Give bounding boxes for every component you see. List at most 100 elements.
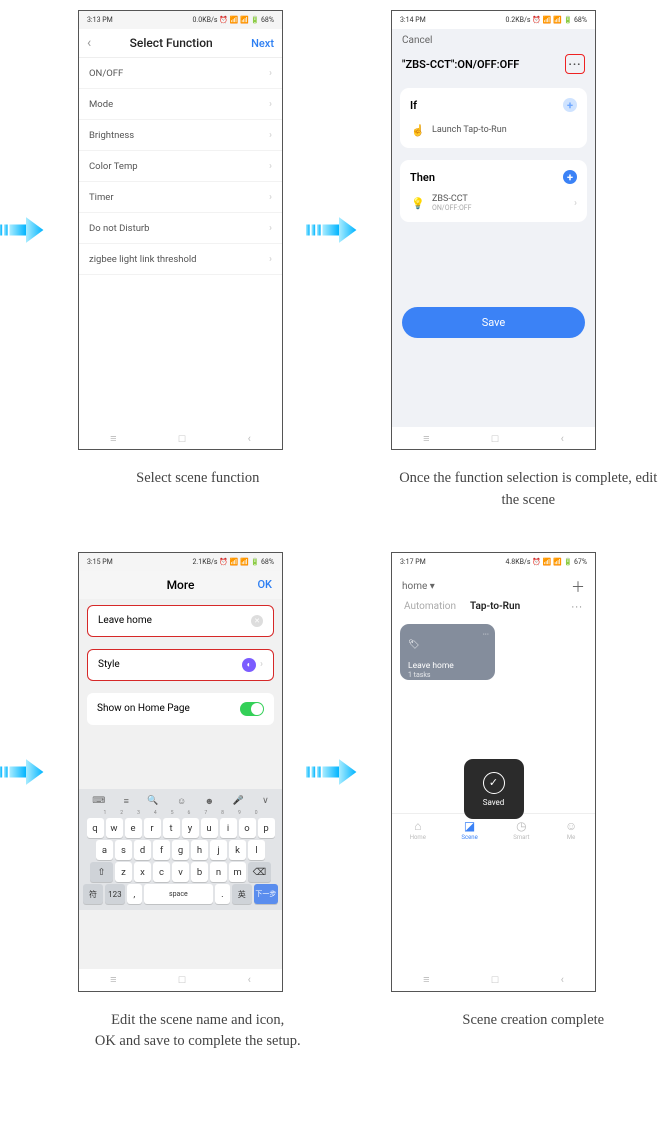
enter-key[interactable]: 下一步: [254, 884, 278, 904]
key[interactable]: r: [144, 818, 161, 838]
key[interactable]: q: [87, 818, 104, 838]
add-button[interactable]: ＋: [571, 577, 585, 597]
key[interactable]: k: [229, 840, 246, 860]
screen-edit-scene: 3:14 PM 0.2KB/s ⏰ 📶 📶 🔋 68% Cancel "ZBS-…: [391, 10, 596, 450]
tab-more-icon[interactable]: ···: [571, 601, 583, 614]
kbd-tool-icon[interactable]: ☺: [177, 796, 186, 807]
kbd-tool-icon[interactable]: ≡: [124, 796, 129, 807]
nav-menu-icon[interactable]: ≡: [110, 432, 116, 445]
nav-menu-icon[interactable]: ≡: [423, 973, 429, 986]
kbd-tool-icon[interactable]: 🔍: [147, 796, 158, 807]
nav-back-icon[interactable]: ‹: [248, 973, 251, 986]
function-item[interactable]: Color Temp›: [79, 151, 282, 182]
more-options-button[interactable]: ···: [565, 54, 585, 74]
save-button[interactable]: Save: [402, 307, 585, 338]
tab-smart[interactable]: ◷Smart: [513, 819, 529, 841]
function-item[interactable]: Mode›: [79, 89, 282, 120]
key[interactable]: y: [182, 818, 199, 838]
key[interactable]: u: [201, 818, 218, 838]
back-button[interactable]: ‹: [87, 35, 91, 51]
clear-icon[interactable]: ✕: [251, 615, 263, 627]
key[interactable]: x: [134, 862, 151, 882]
kbd-tool-icon[interactable]: ⌨: [92, 796, 105, 807]
kbd-tool-icon[interactable]: 🎤: [232, 796, 243, 807]
nav-back-icon[interactable]: ‹: [248, 432, 251, 445]
key[interactable]: z: [115, 862, 132, 882]
condition-row[interactable]: ☝Launch Tap-to-Run: [410, 122, 577, 138]
kbd-tool-icon[interactable]: ☻: [205, 796, 214, 807]
key[interactable]: g: [172, 840, 189, 860]
tab-scene[interactable]: ◪Scene: [461, 819, 477, 841]
key[interactable]: h: [191, 840, 208, 860]
tab-taptorun[interactable]: Tap-to-Run: [470, 601, 520, 614]
numeric-key[interactable]: 123: [105, 884, 125, 904]
key[interactable]: m: [229, 862, 246, 882]
task-row[interactable]: 💡 ZBS-CCTON/OFF:OFF ›: [410, 194, 577, 212]
nav-home-icon[interactable]: □: [179, 432, 186, 445]
key[interactable]: l: [248, 840, 265, 860]
if-label: If: [410, 99, 417, 112]
function-item[interactable]: Do not Disturb›: [79, 213, 282, 244]
shift-key[interactable]: ⇧: [90, 862, 113, 882]
status-bar: 3:14 PM 0.2KB/s ⏰ 📶 📶 🔋 68%: [392, 11, 595, 29]
language-key[interactable]: 英: [232, 884, 252, 904]
symbol-key[interactable]: 符: [83, 884, 103, 904]
nav-back-icon[interactable]: ‹: [561, 973, 564, 986]
key[interactable]: f: [153, 840, 170, 860]
scene-name-input[interactable]: Leave home ✕: [87, 605, 274, 637]
chevron-right-icon: ›: [269, 223, 272, 234]
scene-more-icon[interactable]: ···: [483, 630, 489, 639]
scene-card[interactable]: 🏷 ··· Leave home 1 tasks: [400, 624, 495, 680]
key[interactable]: p: [258, 818, 275, 838]
android-navbar: ≡ □ ‹: [79, 427, 282, 449]
nav-home-icon[interactable]: □: [492, 432, 499, 445]
key[interactable]: t: [163, 818, 180, 838]
function-label: Timer: [89, 192, 114, 203]
cancel-button[interactable]: Cancel: [392, 29, 595, 46]
key[interactable]: d: [134, 840, 151, 860]
nav-back-icon[interactable]: ‹: [561, 432, 564, 445]
comma-key[interactable]: ,: [127, 884, 142, 904]
key[interactable]: e: [125, 818, 142, 838]
screen-select-function: 3:13 PM 0.0KB/s ⏰ 📶 📶 🔋 68% ‹ Select Fun…: [78, 10, 283, 450]
key[interactable]: c: [153, 862, 170, 882]
function-item[interactable]: zigbee light link threshold›: [79, 244, 282, 275]
key[interactable]: j: [210, 840, 227, 860]
backspace-key[interactable]: ⌫: [248, 862, 271, 882]
tab-home[interactable]: ⌂Home: [410, 819, 426, 841]
nav-menu-icon[interactable]: ≡: [110, 973, 116, 986]
nav-menu-icon[interactable]: ≡: [423, 432, 429, 445]
show-home-toggle[interactable]: [240, 702, 264, 716]
key[interactable]: v: [172, 862, 189, 882]
kbd-tool-icon[interactable]: ∨: [262, 796, 269, 807]
add-task-button[interactable]: +: [563, 170, 577, 184]
next-button[interactable]: Next: [251, 37, 274, 50]
function-item[interactable]: ON/OFF›: [79, 58, 282, 89]
key[interactable]: s: [115, 840, 132, 860]
chevron-right-icon: ›: [269, 99, 272, 110]
show-on-home-row: Show on Home Page: [87, 693, 274, 725]
tab-label: Home: [410, 834, 426, 841]
ok-button[interactable]: OK: [257, 578, 272, 591]
key[interactable]: a: [96, 840, 113, 860]
key[interactable]: i: [220, 818, 237, 838]
tab-me[interactable]: ☺Me: [565, 819, 577, 841]
function-item[interactable]: Timer›: [79, 182, 282, 213]
key[interactable]: n: [210, 862, 227, 882]
key[interactable]: o: [239, 818, 256, 838]
saved-label: Saved: [483, 798, 505, 807]
tab-automation[interactable]: Automation: [404, 601, 456, 614]
home-dropdown[interactable]: home ▾: [402, 581, 435, 592]
period-key[interactable]: .: [215, 884, 230, 904]
lightbulb-icon: 💡: [410, 195, 426, 211]
then-label: Then: [410, 171, 435, 184]
function-item[interactable]: Brightness›: [79, 120, 282, 151]
key[interactable]: b: [191, 862, 208, 882]
key[interactable]: w: [106, 818, 123, 838]
nav-home-icon[interactable]: □: [179, 973, 186, 986]
style-row[interactable]: Style ◐›: [87, 649, 274, 681]
space-key[interactable]: space: [144, 884, 213, 904]
nav-home-icon[interactable]: □: [492, 973, 499, 986]
add-condition-button[interactable]: +: [563, 98, 577, 112]
flow-arrow-4: [306, 752, 361, 792]
